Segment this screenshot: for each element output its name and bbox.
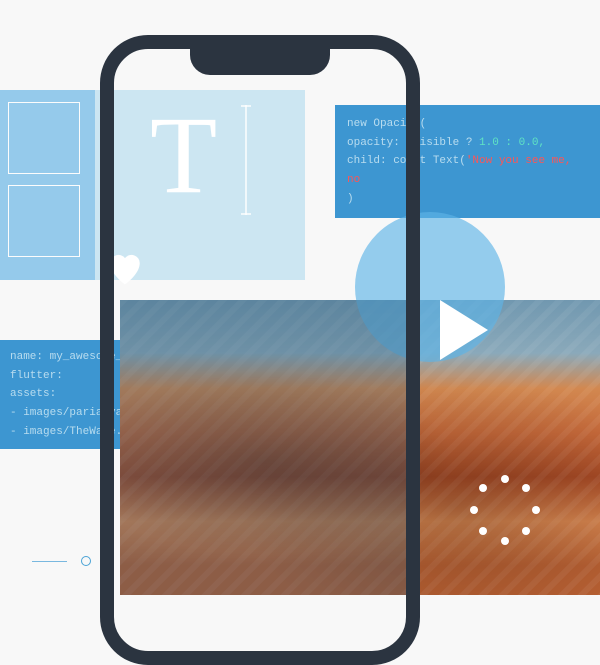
play-icon[interactable]: [440, 300, 488, 360]
code-line: child: const Text('Now you see me, no: [347, 152, 588, 189]
code-line: ): [347, 190, 588, 209]
text-cursor-icon: [245, 105, 247, 215]
wireframe-panel: [0, 90, 95, 280]
code-line: new Opacity(: [347, 115, 588, 134]
code-snippet-opacity: new Opacity( opacity: _visible ? 1.0 : 0…: [335, 105, 600, 218]
loading-dots-icon: [470, 475, 540, 545]
code-line: opacity: _visible ? 1.0 : 0.0,: [347, 134, 588, 153]
typography-letter: T: [150, 100, 217, 210]
image-overlay: [120, 300, 410, 595]
heart-icon: [105, 250, 145, 286]
indicator-active[interactable]: [81, 556, 91, 566]
carousel-indicator[interactable]: [32, 556, 111, 566]
illustration-stage: T new Opacity( opacity: _visible ? 1.0 :…: [0, 0, 600, 600]
indicator-dot[interactable]: [105, 558, 111, 564]
indicator-line: [32, 561, 67, 562]
